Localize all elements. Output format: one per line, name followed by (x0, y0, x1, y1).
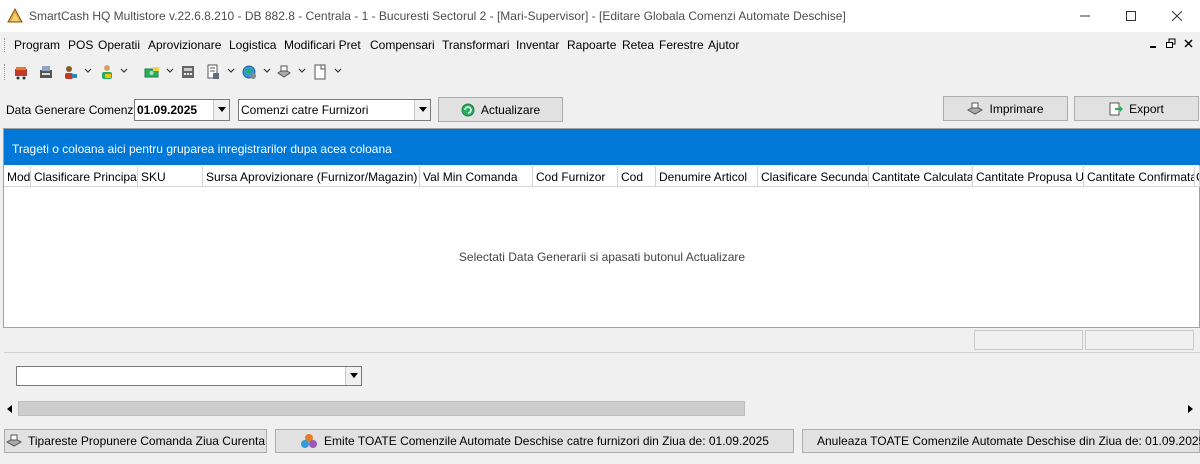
chevron-down-icon[interactable] (334, 67, 342, 75)
menu-ajutor[interactable]: Ajutor (708, 38, 739, 52)
close-button[interactable] (1154, 0, 1200, 32)
column-header-cod-furnizor[interactable]: Cod Furnizor (533, 166, 618, 187)
menu-modificari-pret[interactable]: Modificari Pret (284, 38, 361, 52)
chevron-down-icon[interactable] (263, 67, 271, 75)
column-header-clasificare-principala[interactable]: Clasificare Principala (31, 166, 138, 187)
minimize-icon (1150, 46, 1156, 48)
column-header-denumire-articol[interactable]: Denumire Articol (656, 166, 758, 187)
date-dropdown-button[interactable] (213, 100, 229, 120)
menu-pos[interactable]: POS (68, 38, 93, 52)
menu-retea[interactable]: Retea (622, 38, 654, 52)
print-button[interactable]: Imprimare (943, 96, 1068, 121)
refresh-label: Actualizare (480, 102, 541, 117)
menu-transformari[interactable]: Transformari (442, 38, 510, 52)
printer-icon[interactable] (276, 64, 292, 80)
summary-cell (974, 330, 1083, 350)
maximize-button[interactable] (1108, 0, 1154, 32)
close-icon (1172, 11, 1182, 21)
lower-select[interactable] (16, 366, 362, 386)
lower-select-dropdown-button[interactable] (345, 367, 361, 385)
toolbar-grip (4, 64, 6, 80)
calculator-icon[interactable] (180, 64, 196, 80)
order-type-dropdown-button[interactable] (414, 100, 430, 120)
scroll-thumb[interactable] (18, 401, 745, 416)
column-header-mod[interactable]: Mod (4, 166, 31, 187)
refresh-icon (461, 103, 475, 116)
menu-aprovizionare[interactable]: Aprovizionare (148, 38, 221, 52)
column-header-cantitate-confirmata[interactable]: Cantitate Confirmata (1084, 166, 1195, 187)
column-header-cod[interactable]: Cod (618, 166, 656, 187)
column-header-clasificare-secundara[interactable]: Clasificare Secundara (758, 166, 869, 187)
cancel-orders-button[interactable]: Anuleaza TOATE Comenzile Automate Deschi… (802, 429, 1200, 453)
chevron-down-icon[interactable] (166, 67, 174, 75)
mdi-close-button[interactable] (1182, 38, 1196, 53)
refresh-button[interactable]: Actualizare (438, 97, 563, 122)
cart-icon[interactable] (13, 64, 29, 80)
menu-ferestre[interactable]: Ferestre (659, 38, 704, 52)
mdi-minimize-button[interactable] (1147, 38, 1161, 53)
scroll-left-button[interactable] (6, 403, 16, 413)
emit-orders-label: Emite TOATE Comenzile Automate Deschise … (324, 434, 769, 448)
window-title: SmartCash HQ Multistore v.22.6.8.210 - D… (29, 9, 846, 23)
order-type-select[interactable]: Comenzi catre Furnizori (238, 99, 431, 121)
menu-program[interactable]: Program (14, 38, 60, 52)
chevron-down-icon (349, 373, 358, 378)
printer-icon (967, 102, 984, 115)
print-proposal-button[interactable]: Tipareste Propunere Comanda Ziua Curenta (4, 429, 267, 453)
minimize-icon (1080, 15, 1090, 17)
chevron-down-icon[interactable] (227, 67, 235, 75)
emit-orders-button[interactable]: Emite TOATE Comenzile Automate Deschise … (275, 429, 794, 453)
group-by-hint: Trageti o coloana aici pentru gruparea i… (12, 142, 392, 156)
chevron-down-icon (217, 107, 226, 112)
chevron-left-icon (7, 405, 12, 413)
export-icon (1109, 102, 1124, 115)
column-header-val-min-comanda[interactable]: Val Min Comanda (420, 166, 533, 187)
empty-grid-message: Selectati Data Generarii si apasati buto… (458, 250, 746, 264)
order-type-value: Comenzi catre Furnizori (241, 103, 369, 117)
person-icon[interactable] (99, 64, 115, 80)
globe-icon[interactable] (241, 64, 257, 80)
menu-compensari[interactable]: Compensari (370, 38, 435, 52)
print-label: Imprimare (989, 101, 1044, 116)
user-icon[interactable] (62, 64, 78, 80)
chevron-down-icon[interactable] (298, 67, 306, 75)
menu-logistica[interactable]: Logistica (229, 38, 276, 52)
menu-operatii[interactable]: Operatii (98, 38, 140, 52)
printer-icon (5, 434, 22, 447)
maximize-icon (1126, 11, 1136, 21)
shapes-icon (301, 434, 318, 448)
print-proposal-label: Tipareste Propunere Comanda Ziua Curenta (27, 434, 266, 448)
chevron-down-icon[interactable] (84, 67, 92, 75)
money-icon[interactable] (144, 64, 160, 80)
menu-grip (4, 38, 6, 52)
mdi-restore-button[interactable] (1164, 38, 1178, 53)
app-logo-icon (7, 8, 23, 23)
divider (4, 352, 1200, 353)
page-icon[interactable] (312, 64, 328, 80)
minimize-button[interactable] (1062, 0, 1108, 32)
column-header-sku[interactable]: SKU (138, 166, 203, 187)
chevron-down-icon[interactable] (120, 67, 128, 75)
cash-register-icon[interactable] (38, 64, 54, 80)
export-button[interactable]: Export (1074, 96, 1199, 121)
column-header-sursa-aprovizionare[interactable]: Sursa Aprovizionare (Furnizor/Magazin) (203, 166, 420, 187)
date-label: Data Generare Comenzi (6, 103, 137, 117)
column-header-more[interactable]: C (1195, 166, 1200, 187)
column-header-cantitate-calculata[interactable]: Cantitate Calculata (869, 166, 973, 187)
summary-cell (1085, 330, 1194, 350)
cancel-orders-label: Anuleaza TOATE Comenzile Automate Deschi… (817, 434, 1200, 448)
close-icon (1184, 39, 1193, 48)
export-label: Export (1129, 101, 1164, 116)
scroll-right-button[interactable] (1186, 403, 1196, 413)
restore-icon (1166, 38, 1176, 48)
menu-rapoarte[interactable]: Rapoarte (567, 38, 616, 52)
column-header-cantitate-propusa[interactable]: Cantitate Propusa U (973, 166, 1084, 187)
date-value: 01.09.2025 (137, 103, 198, 117)
document-icon[interactable] (205, 64, 221, 80)
chevron-down-icon (418, 107, 427, 112)
menu-inventar[interactable]: Inventar (516, 38, 559, 52)
chevron-right-icon (1188, 405, 1193, 413)
